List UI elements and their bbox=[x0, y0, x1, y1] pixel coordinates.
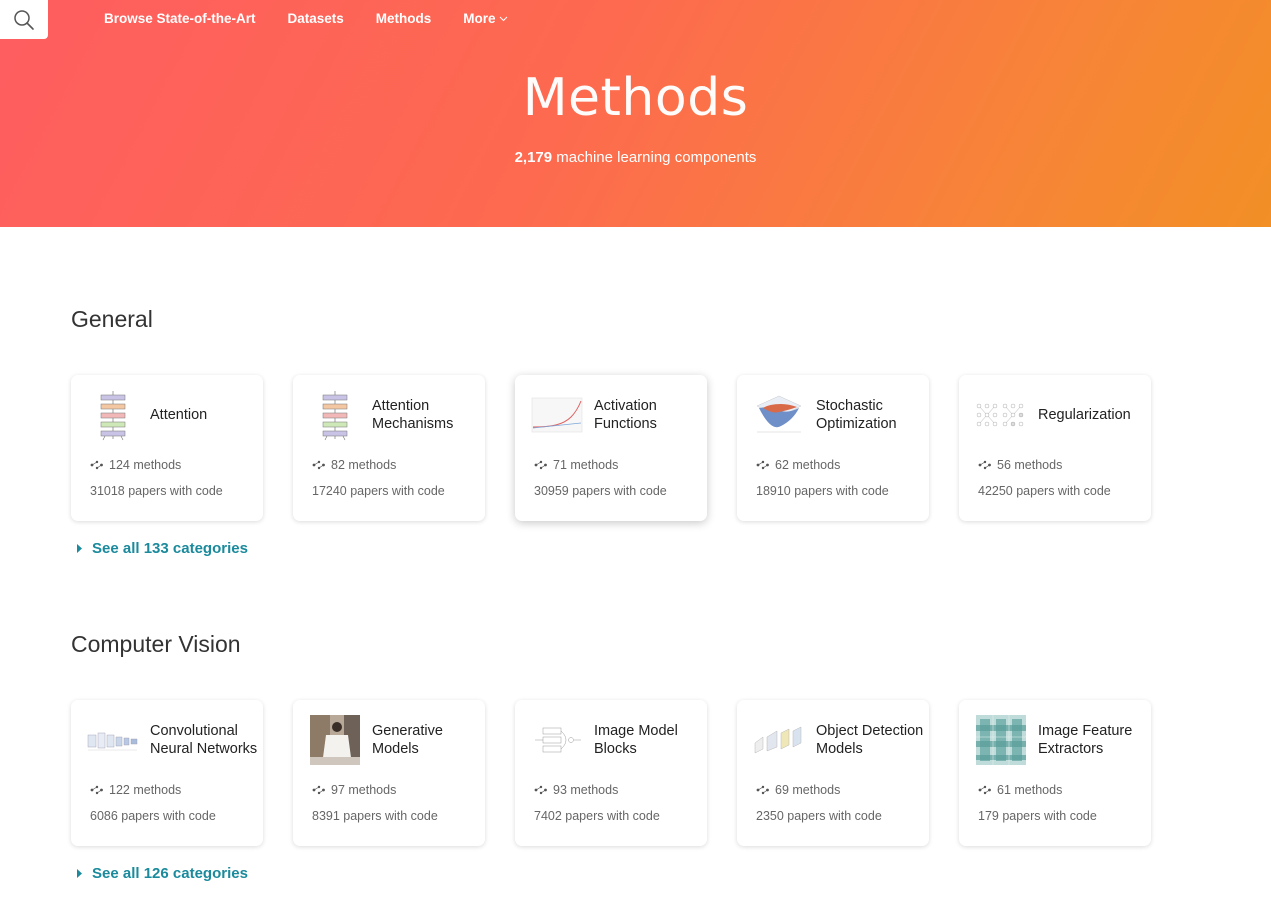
card-methods-count: 93 methods bbox=[534, 783, 618, 797]
page-subtitle: 2,179 machine learning components bbox=[514, 149, 757, 166]
card-methods-count: 56 methods bbox=[978, 458, 1062, 472]
card-methods-count: 82 methods bbox=[312, 458, 396, 472]
dropout-network-icon bbox=[975, 389, 1027, 441]
methods-graph-icon bbox=[534, 460, 547, 470]
card-row-computer-vision: Convolutional Neural Networks 122 methods… bbox=[71, 700, 1181, 846]
methods-graph-icon bbox=[90, 460, 103, 470]
section-title-general: General bbox=[71, 306, 153, 332]
card-title: Convolutional Neural Networks bbox=[150, 723, 258, 757]
see-all-computer-vision-link[interactable]: See all 126 categories bbox=[77, 865, 248, 882]
card-methods-count: 97 methods bbox=[312, 783, 396, 797]
section-title-computer-vision: Computer Vision bbox=[71, 631, 241, 657]
feature-grid-icon bbox=[975, 714, 1027, 766]
methods-graph-icon bbox=[978, 460, 991, 470]
chevron-down-icon bbox=[499, 16, 508, 22]
card-title: Image Model Blocks bbox=[594, 723, 678, 757]
card-title: Regularization bbox=[1038, 407, 1131, 423]
methods-graph-icon bbox=[978, 785, 991, 795]
card-papers-count: 17240 papers with code bbox=[312, 484, 445, 498]
card-title: Attention Mechanisms bbox=[372, 398, 454, 432]
nav-datasets[interactable]: Datasets bbox=[288, 11, 344, 26]
transformer-diagram-icon bbox=[309, 389, 361, 441]
card-title: Generative Models bbox=[372, 723, 443, 757]
page-title: Methods bbox=[522, 68, 749, 128]
methods-graph-icon bbox=[534, 785, 547, 795]
card-papers-count: 7402 papers with code bbox=[534, 809, 660, 823]
card-papers-count: 30959 papers with code bbox=[534, 484, 667, 498]
method-card-object-detection-models[interactable]: Object Detection Models 69 methods 2350 pa… bbox=[737, 700, 929, 846]
generated-photo-icon bbox=[309, 714, 361, 766]
card-title: Image Feature Extractors bbox=[1038, 723, 1133, 757]
card-papers-count: 31018 papers with code bbox=[90, 484, 223, 498]
nav-more-dropdown[interactable]: More bbox=[463, 11, 507, 26]
methods-graph-icon bbox=[312, 785, 325, 795]
card-methods-count: 124 methods bbox=[90, 458, 181, 472]
method-card-regularization[interactable]: Regularization 56 methods 42250 papers wit… bbox=[959, 375, 1151, 521]
card-papers-count: 18910 papers with code bbox=[756, 484, 889, 498]
card-papers-count: 179 papers with code bbox=[978, 809, 1097, 823]
block-diagram-icon bbox=[531, 714, 583, 766]
caret-right-icon bbox=[77, 869, 83, 878]
activation-curve-icon bbox=[531, 389, 583, 441]
hero-banner: Browse State-of-the-Art Datasets Methods… bbox=[0, 0, 1271, 227]
loss-surface-icon bbox=[753, 389, 805, 441]
detection-pipeline-icon bbox=[753, 714, 805, 766]
method-card-attention[interactable]: Attention 124 methods 31018 papers with co… bbox=[71, 375, 263, 521]
methods-graph-icon bbox=[90, 785, 103, 795]
card-title: Attention bbox=[150, 407, 208, 423]
method-card-convolutional-neural-networks[interactable]: Convolutional Neural Networks 122 methods… bbox=[71, 700, 263, 846]
card-row-general: Attention 124 methods 31018 papers with co… bbox=[71, 375, 1181, 521]
nav-browse-sota[interactable]: Browse State-of-the-Art bbox=[104, 11, 256, 26]
card-title: Activation Functions bbox=[594, 398, 657, 432]
see-all-general-link[interactable]: See all 133 categories bbox=[77, 540, 248, 557]
transformer-diagram-icon bbox=[87, 389, 139, 441]
nav-methods[interactable]: Methods bbox=[376, 11, 432, 26]
method-card-image-feature-extractors[interactable]: Image Feature Extractors 61 methods 179 pa… bbox=[959, 700, 1151, 846]
card-papers-count: 42250 papers with code bbox=[978, 484, 1111, 498]
card-methods-count: 62 methods bbox=[756, 458, 840, 472]
methods-graph-icon bbox=[312, 460, 325, 470]
card-title: Stochastic Optimization bbox=[816, 398, 897, 432]
method-card-stochastic-optimization[interactable]: Stochastic Optimization 62 methods 18910 p… bbox=[737, 375, 929, 521]
methods-graph-icon bbox=[756, 460, 769, 470]
card-methods-count: 69 methods bbox=[756, 783, 840, 797]
card-methods-count: 122 methods bbox=[90, 783, 181, 797]
card-methods-count: 61 methods bbox=[978, 783, 1062, 797]
caret-right-icon bbox=[77, 544, 83, 553]
search-button[interactable] bbox=[0, 0, 48, 39]
component-count: 2,179 bbox=[514, 149, 553, 166]
top-nav: Browse State-of-the-Art Datasets Methods… bbox=[104, 11, 540, 26]
card-title: Object Detection Models bbox=[816, 723, 924, 757]
method-card-activation-functions[interactable]: Activation Functions 71 methods 30959 pape… bbox=[515, 375, 707, 521]
card-papers-count: 2350 papers with code bbox=[756, 809, 882, 823]
card-papers-count: 6086 papers with code bbox=[90, 809, 216, 823]
cnn-layers-icon bbox=[87, 714, 139, 766]
method-card-image-model-blocks[interactable]: Image Model Blocks 93 methods 7402 papers … bbox=[515, 700, 707, 846]
methods-graph-icon bbox=[756, 785, 769, 795]
method-card-attention-mechanisms[interactable]: Attention Mechanisms 82 methods 17240 pape… bbox=[293, 375, 485, 521]
card-papers-count: 8391 papers with code bbox=[312, 809, 438, 823]
card-methods-count: 71 methods bbox=[534, 458, 618, 472]
search-icon bbox=[14, 9, 34, 30]
method-card-generative-models[interactable]: Generative Models 97 methods 8391 papers w… bbox=[293, 700, 485, 846]
